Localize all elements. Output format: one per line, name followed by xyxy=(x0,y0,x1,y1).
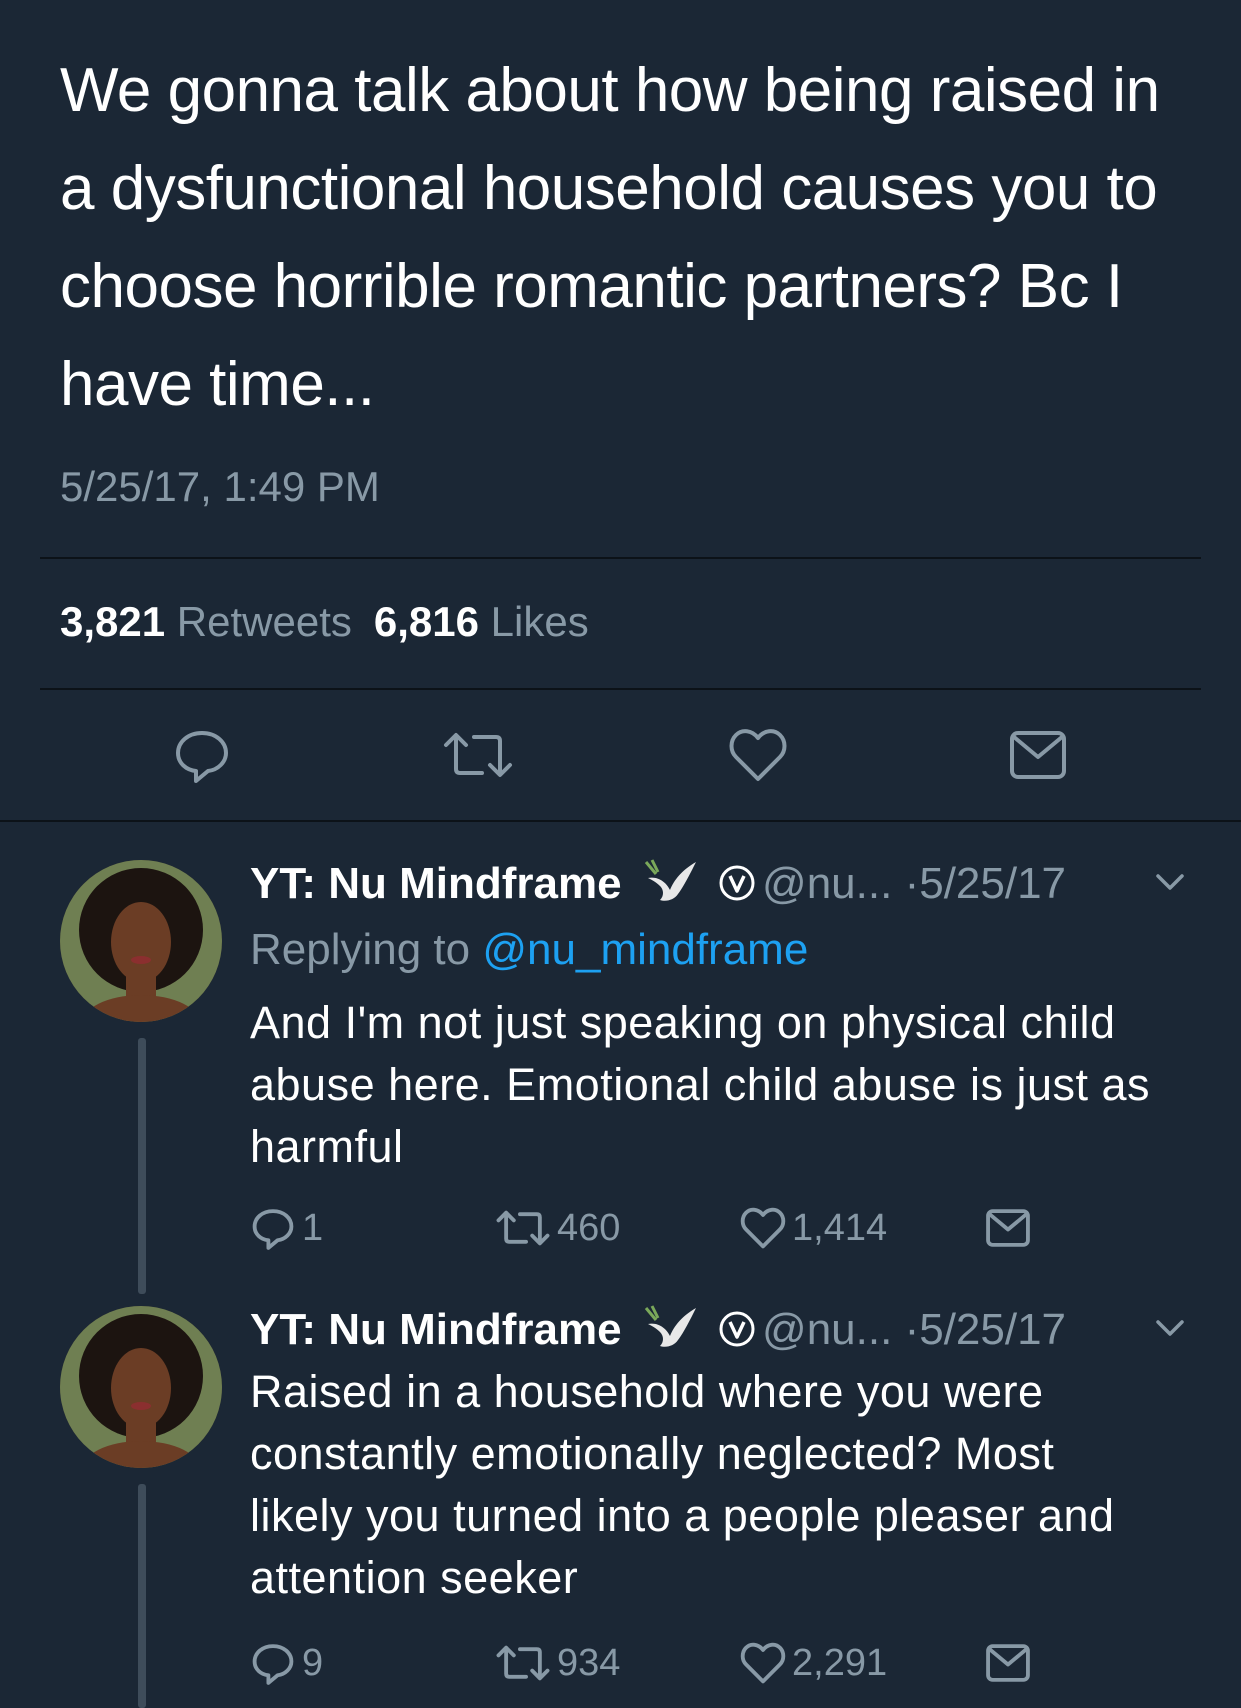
retweet-icon xyxy=(496,1645,550,1681)
reply-action-bar: 9 934 2,291 xyxy=(250,1640,1150,1700)
tweet-date: 5/25/17 xyxy=(919,1305,1067,1354)
dove-icon xyxy=(644,1302,700,1363)
retweets-count: 3,821 xyxy=(60,598,166,645)
likes-count: 6,816 xyxy=(373,598,479,645)
reply-button[interactable]: 1 xyxy=(250,1205,323,1251)
like-icon[interactable] xyxy=(728,725,788,785)
reply-header: YT: Nu Mindframe @nu... ·5/25/17 xyxy=(250,856,1066,917)
like-icon xyxy=(740,1207,786,1249)
retweets-stat[interactable]: 3,821 Retweets xyxy=(60,598,352,645)
replying-to: Replying to @nu_mindframe xyxy=(250,925,808,975)
dove-icon xyxy=(644,856,700,917)
author-handle[interactable]: @nu... xyxy=(762,859,892,908)
retweet-count: 934 xyxy=(557,1641,621,1684)
divider xyxy=(40,557,1201,559)
message-icon xyxy=(986,1209,1030,1247)
reply-icon[interactable] xyxy=(172,725,232,785)
reply-text: And I'm not just speaking on physical ch… xyxy=(250,997,1151,1172)
avatar[interactable] xyxy=(60,860,222,1022)
chevron-down-icon[interactable] xyxy=(1150,862,1190,902)
tweet-date: 5/25/17 xyxy=(919,859,1067,908)
message-icon[interactable] xyxy=(1008,725,1068,785)
author-name[interactable]: YT: Nu Mindframe xyxy=(250,1305,622,1354)
likes-stat[interactable]: 6,816 Likes xyxy=(374,598,589,645)
message-button[interactable] xyxy=(985,1640,1031,1686)
likes-label: Likes xyxy=(490,598,589,645)
reply-action-bar: 1 460 1,414 xyxy=(250,1205,1150,1265)
message-icon xyxy=(986,1644,1030,1682)
like-button[interactable]: 2,291 xyxy=(740,1640,887,1686)
verified-icon xyxy=(718,1309,756,1359)
replying-handle-link[interactable]: @nu_mindframe xyxy=(482,925,808,974)
retweet-icon xyxy=(496,1210,550,1246)
reply-count: 1 xyxy=(302,1206,324,1249)
retweet-count: 460 xyxy=(557,1206,621,1249)
tweet-text: We gonna talk about how being raised in … xyxy=(60,56,1160,419)
tweet-action-bar xyxy=(0,725,1241,795)
avatar[interactable] xyxy=(60,1306,222,1468)
reply-button[interactable]: 9 xyxy=(250,1640,323,1686)
replying-label: Replying to xyxy=(250,925,471,974)
chevron-down-icon[interactable] xyxy=(1150,1308,1190,1348)
like-button[interactable]: 1,414 xyxy=(740,1205,887,1251)
like-count: 2,291 xyxy=(792,1641,888,1684)
retweets-label: Retweets xyxy=(176,598,352,645)
reply-header: YT: Nu Mindframe @nu... ·5/25/17 xyxy=(250,1302,1066,1363)
like-icon xyxy=(740,1642,786,1684)
like-count: 1,414 xyxy=(792,1206,888,1249)
reply-count: 9 xyxy=(302,1641,324,1684)
thread-line xyxy=(138,1038,146,1294)
message-button[interactable] xyxy=(985,1205,1031,1251)
retweet-icon[interactable] xyxy=(442,725,512,785)
divider xyxy=(40,688,1201,690)
separator: · xyxy=(904,859,920,908)
thread-line xyxy=(138,1484,146,1708)
divider xyxy=(0,820,1241,822)
retweet-button[interactable]: 460 xyxy=(495,1205,620,1251)
reply-text: Raised in a household where you were con… xyxy=(250,1366,1115,1603)
reply-icon xyxy=(252,1644,294,1685)
reply-icon xyxy=(252,1209,294,1250)
retweet-button[interactable]: 934 xyxy=(495,1640,620,1686)
separator: · xyxy=(904,1305,920,1354)
verified-icon xyxy=(718,863,756,913)
author-handle[interactable]: @nu... xyxy=(762,1305,892,1354)
tweet-timestamp: 5/25/17, 1:49 PM xyxy=(60,463,380,510)
tweet-stats: 3,821 Retweets 6,816 Likes xyxy=(60,598,589,646)
author-name[interactable]: YT: Nu Mindframe xyxy=(250,859,622,908)
